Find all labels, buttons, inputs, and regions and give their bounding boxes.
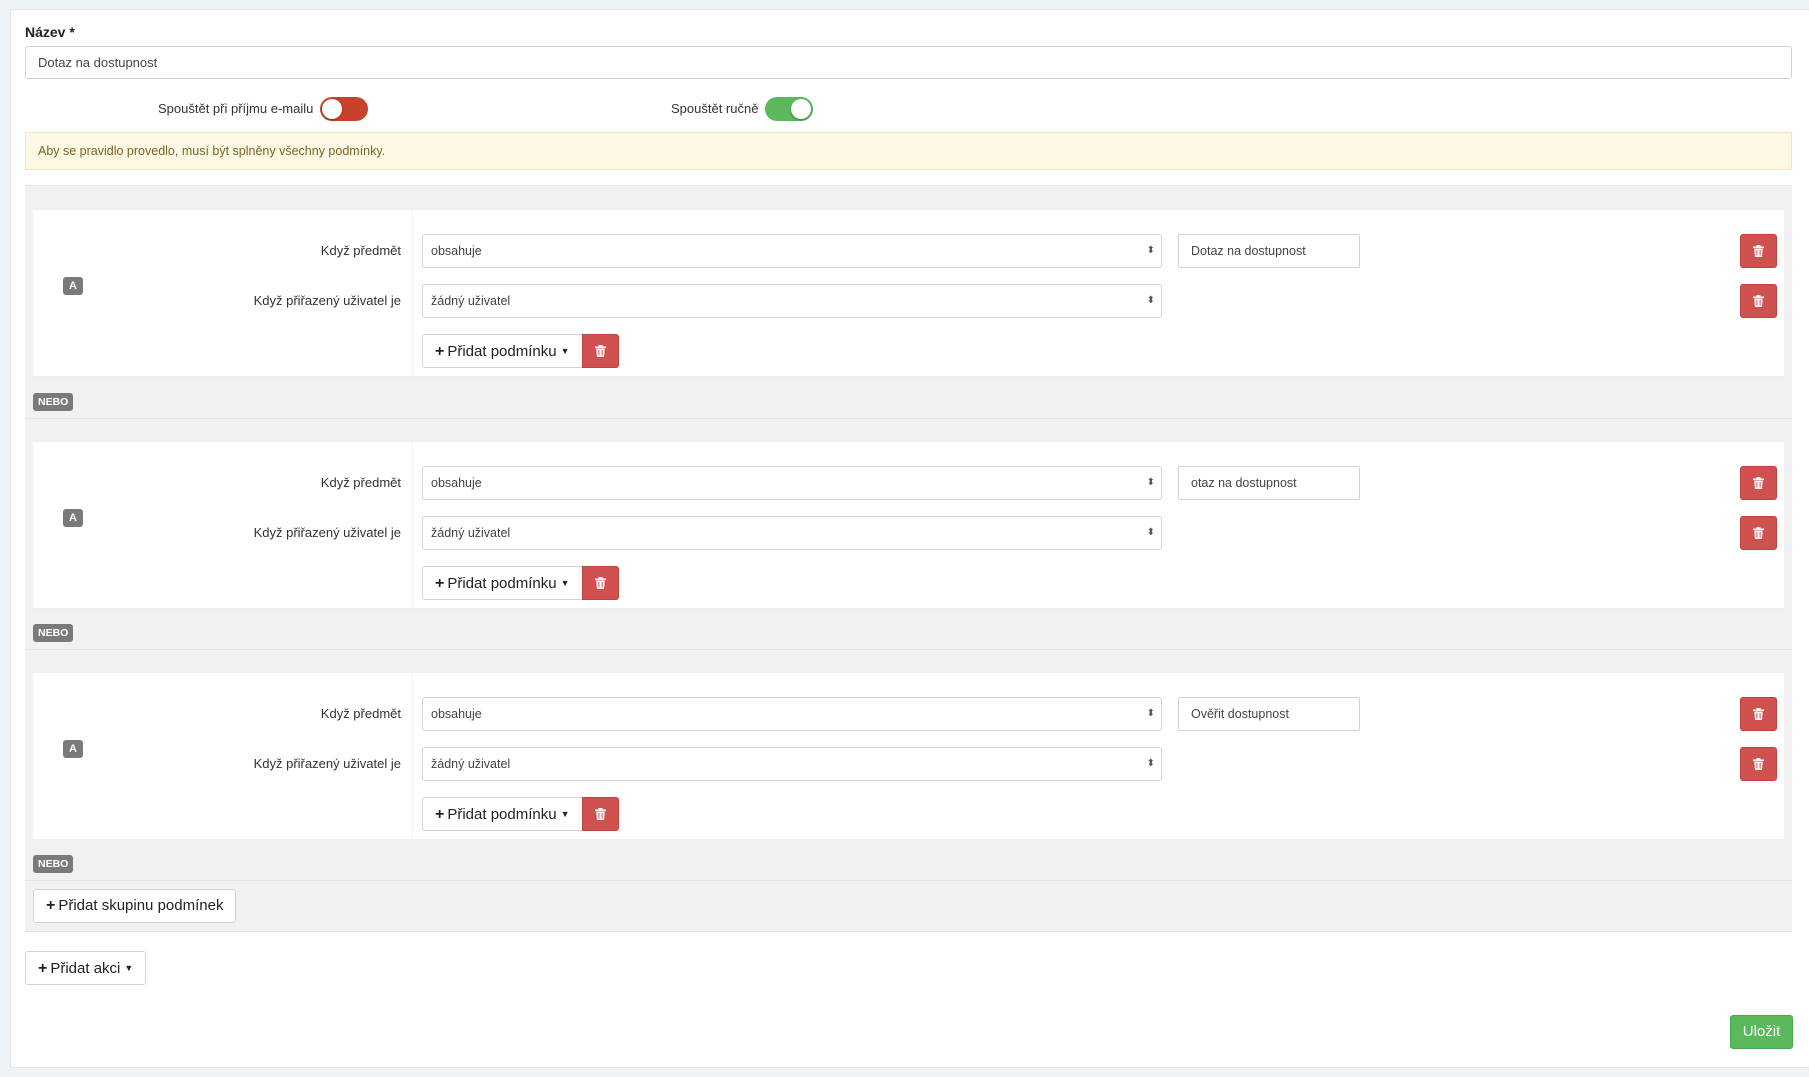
delete-condition-button[interactable] [1740, 234, 1777, 268]
add-condition-group-button[interactable]: + Přidat skupinu podmínek [33, 889, 237, 923]
conditions-notice: Aby se pravidlo provedlo, musí být splně… [25, 132, 1792, 170]
switch-knob [322, 99, 342, 119]
condition-label: Když přiřazený uživatel je [253, 293, 401, 308]
delete-condition-button[interactable] [1740, 284, 1777, 318]
caret-down-icon: ▼ [560, 809, 570, 819]
condition-group: A Když předmět obsahuje ⬍ Dotaz na dostup… [33, 209, 1784, 377]
operator-select[interactable]: obsahuje ⬍ [422, 697, 1162, 731]
delete-group-button[interactable] [582, 334, 619, 368]
toggle-email-label: Spouštět při příjmu e-mailu [158, 101, 314, 116]
condition-value-input[interactable]: Ověřit dostupnost [1178, 697, 1360, 731]
group-divider [412, 210, 413, 376]
and-badge: A [63, 509, 83, 527]
name-input[interactable]: Dotaz na dostupnost [25, 46, 1792, 79]
delete-condition-button[interactable] [1740, 516, 1777, 550]
and-badge: A [63, 277, 83, 295]
or-badge: NEBO [33, 855, 74, 873]
user-select[interactable]: žádný uživatel ⬍ [422, 516, 1162, 550]
condition-label: Když přiřazený uživatel je [253, 525, 401, 540]
toggle-manual-label: Spouštět ručně [671, 101, 759, 116]
separator [25, 418, 1792, 419]
select-arrows-icon: ⬍ [1146, 477, 1155, 488]
trash-icon [595, 808, 606, 820]
select-arrows-icon: ⬍ [1146, 708, 1155, 719]
group-divider [412, 673, 413, 839]
add-condition-button[interactable]: + Přidat podmínku ▼ [422, 566, 582, 600]
operator-select[interactable]: obsahuje ⬍ [422, 466, 1162, 500]
operator-select[interactable]: obsahuje ⬍ [422, 234, 1162, 268]
delete-group-button[interactable] [582, 566, 619, 600]
user-select[interactable]: žádný uživatel ⬍ [422, 747, 1162, 781]
toggle-manual-switch[interactable] [765, 97, 813, 121]
separator [25, 880, 1792, 881]
condition-value-input[interactable]: otaz na dostupnost [1178, 466, 1360, 500]
caret-down-icon: ▼ [124, 963, 134, 973]
plus-icon: + [46, 897, 56, 914]
save-button[interactable]: Uložit [1730, 1015, 1793, 1049]
plus-icon: + [435, 806, 445, 823]
condition-label: Když přiřazený uživatel je [253, 756, 401, 771]
trash-icon [1753, 758, 1764, 770]
condition-group: A Když předmět obsahuje ⬍ Ověřit dostupno… [33, 672, 1784, 840]
add-condition-button[interactable]: + Přidat podmínku ▼ [422, 797, 582, 831]
delete-condition-button[interactable] [1740, 747, 1777, 781]
trash-icon [1753, 295, 1764, 307]
caret-down-icon: ▼ [560, 578, 570, 588]
trash-icon [1753, 477, 1764, 489]
add-action-button[interactable]: + Přidat akci ▼ [25, 951, 147, 985]
delete-condition-button[interactable] [1740, 466, 1777, 500]
trash-icon [1753, 245, 1764, 257]
switch-knob [791, 99, 811, 119]
conditions-area: A Když předmět obsahuje ⬍ Dotaz na dostup… [25, 185, 1792, 932]
select-arrows-icon: ⬍ [1146, 758, 1155, 769]
condition-value-input[interactable]: Dotaz na dostupnost [1178, 234, 1360, 268]
plus-icon: + [435, 343, 445, 360]
condition-label: Když předmět [320, 475, 401, 490]
user-select[interactable]: žádný uživatel ⬍ [422, 284, 1162, 318]
group-divider [412, 442, 413, 608]
condition-group: A Když předmět obsahuje ⬍ otaz na dostupn… [33, 441, 1784, 609]
trash-icon [595, 345, 606, 357]
select-arrows-icon: ⬍ [1146, 295, 1155, 306]
name-label: Název * [25, 24, 75, 40]
select-arrows-icon: ⬍ [1146, 527, 1155, 538]
or-badge: NEBO [33, 393, 74, 411]
plus-icon: + [38, 960, 48, 977]
trash-icon [1753, 527, 1764, 539]
trash-icon [595, 577, 606, 589]
plus-icon: + [435, 575, 445, 592]
and-badge: A [63, 740, 83, 758]
delete-condition-button[interactable] [1740, 697, 1777, 731]
select-arrows-icon: ⬍ [1146, 245, 1155, 256]
add-condition-button[interactable]: + Přidat podmínku ▼ [422, 334, 582, 368]
trash-icon [1753, 708, 1764, 720]
caret-down-icon: ▼ [560, 346, 570, 356]
toggle-email-switch[interactable] [320, 97, 368, 121]
or-badge: NEBO [33, 624, 74, 642]
condition-label: Když předmět [320, 243, 401, 258]
delete-group-button[interactable] [582, 797, 619, 831]
condition-label: Když předmět [320, 706, 401, 721]
separator [25, 649, 1792, 650]
